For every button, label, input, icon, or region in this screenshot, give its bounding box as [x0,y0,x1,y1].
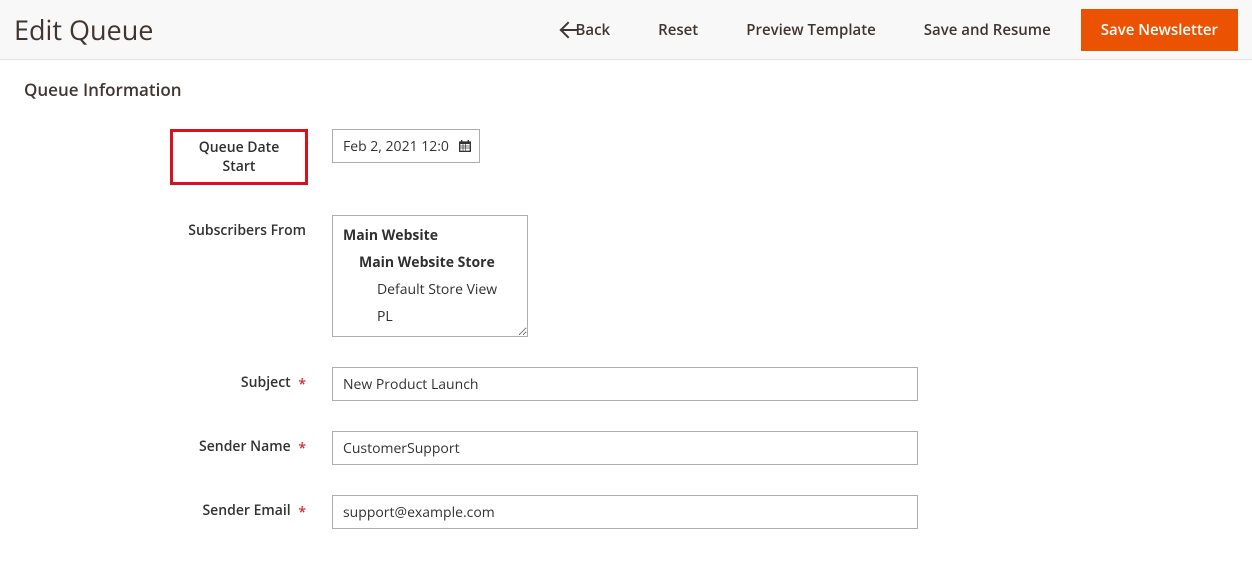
reset-label: Reset [658,20,698,40]
back-label: Back [576,20,611,40]
save-resume-label: Save and Resume [924,20,1051,40]
label-queue-date-start: Queue Date Start [24,129,332,185]
sender-email-input[interactable] [332,495,918,529]
label-subscribers-from: Subscribers From [24,215,332,240]
reset-button[interactable]: Reset [640,12,716,48]
page-title: Edit Queue [14,11,153,48]
save-newsletter-button[interactable]: Save Newsletter [1081,9,1238,51]
row-sender-name: Sender Name * [24,431,1228,465]
listbox-option-website[interactable]: Main Website [333,222,527,249]
subscribers-from-listbox[interactable]: Main Website Main Website Store Default … [332,215,528,337]
label-subject: Subject * [24,367,332,392]
preview-label: Preview Template [746,20,876,40]
listbox-option-default-view[interactable]: Default Store View [333,276,527,303]
row-sender-email: Sender Email * [24,495,1228,529]
listbox-option-pl[interactable]: PL [333,303,527,330]
content: Queue Information Queue Date Start [0,60,1252,577]
back-button[interactable]: Back [550,12,629,48]
subject-input[interactable] [332,367,918,401]
queue-date-start-label-text: Queue Date Start [170,129,308,185]
listbox-option-store[interactable]: Main Website Store [333,249,527,276]
calendar-icon[interactable] [456,137,474,155]
required-asterisk-icon: * [298,503,306,522]
sender-email-label-text: Sender Email [202,501,290,520]
row-subject: Subject * [24,367,1228,401]
required-asterisk-icon: * [298,439,306,458]
save-newsletter-label: Save Newsletter [1101,20,1218,40]
required-asterisk-icon: * [298,375,306,394]
control-subscribers-from: Main Website Main Website Store Default … [332,215,528,337]
row-subscribers-from: Subscribers From Main Website Main Websi… [24,215,1228,337]
label-sender-email: Sender Email * [24,495,332,520]
control-sender-email [332,495,918,529]
page-header: Edit Queue Back Reset Preview Template S… [0,0,1252,60]
control-sender-name [332,431,918,465]
preview-template-button[interactable]: Preview Template [728,12,894,48]
subject-label-text: Subject [241,373,291,392]
sender-name-input[interactable] [332,431,918,465]
row-queue-date-start: Queue Date Start [24,129,1228,185]
header-actions: Back Reset Preview Template Save and Res… [550,9,1239,51]
sender-name-label-text: Sender Name [199,437,291,456]
queue-form: Queue Date Start [24,129,1228,529]
control-subject [332,367,918,401]
section-title: Queue Information [24,78,1228,101]
control-queue-date-start [332,129,480,163]
save-resume-button[interactable]: Save and Resume [906,12,1069,48]
label-sender-name: Sender Name * [24,431,332,456]
